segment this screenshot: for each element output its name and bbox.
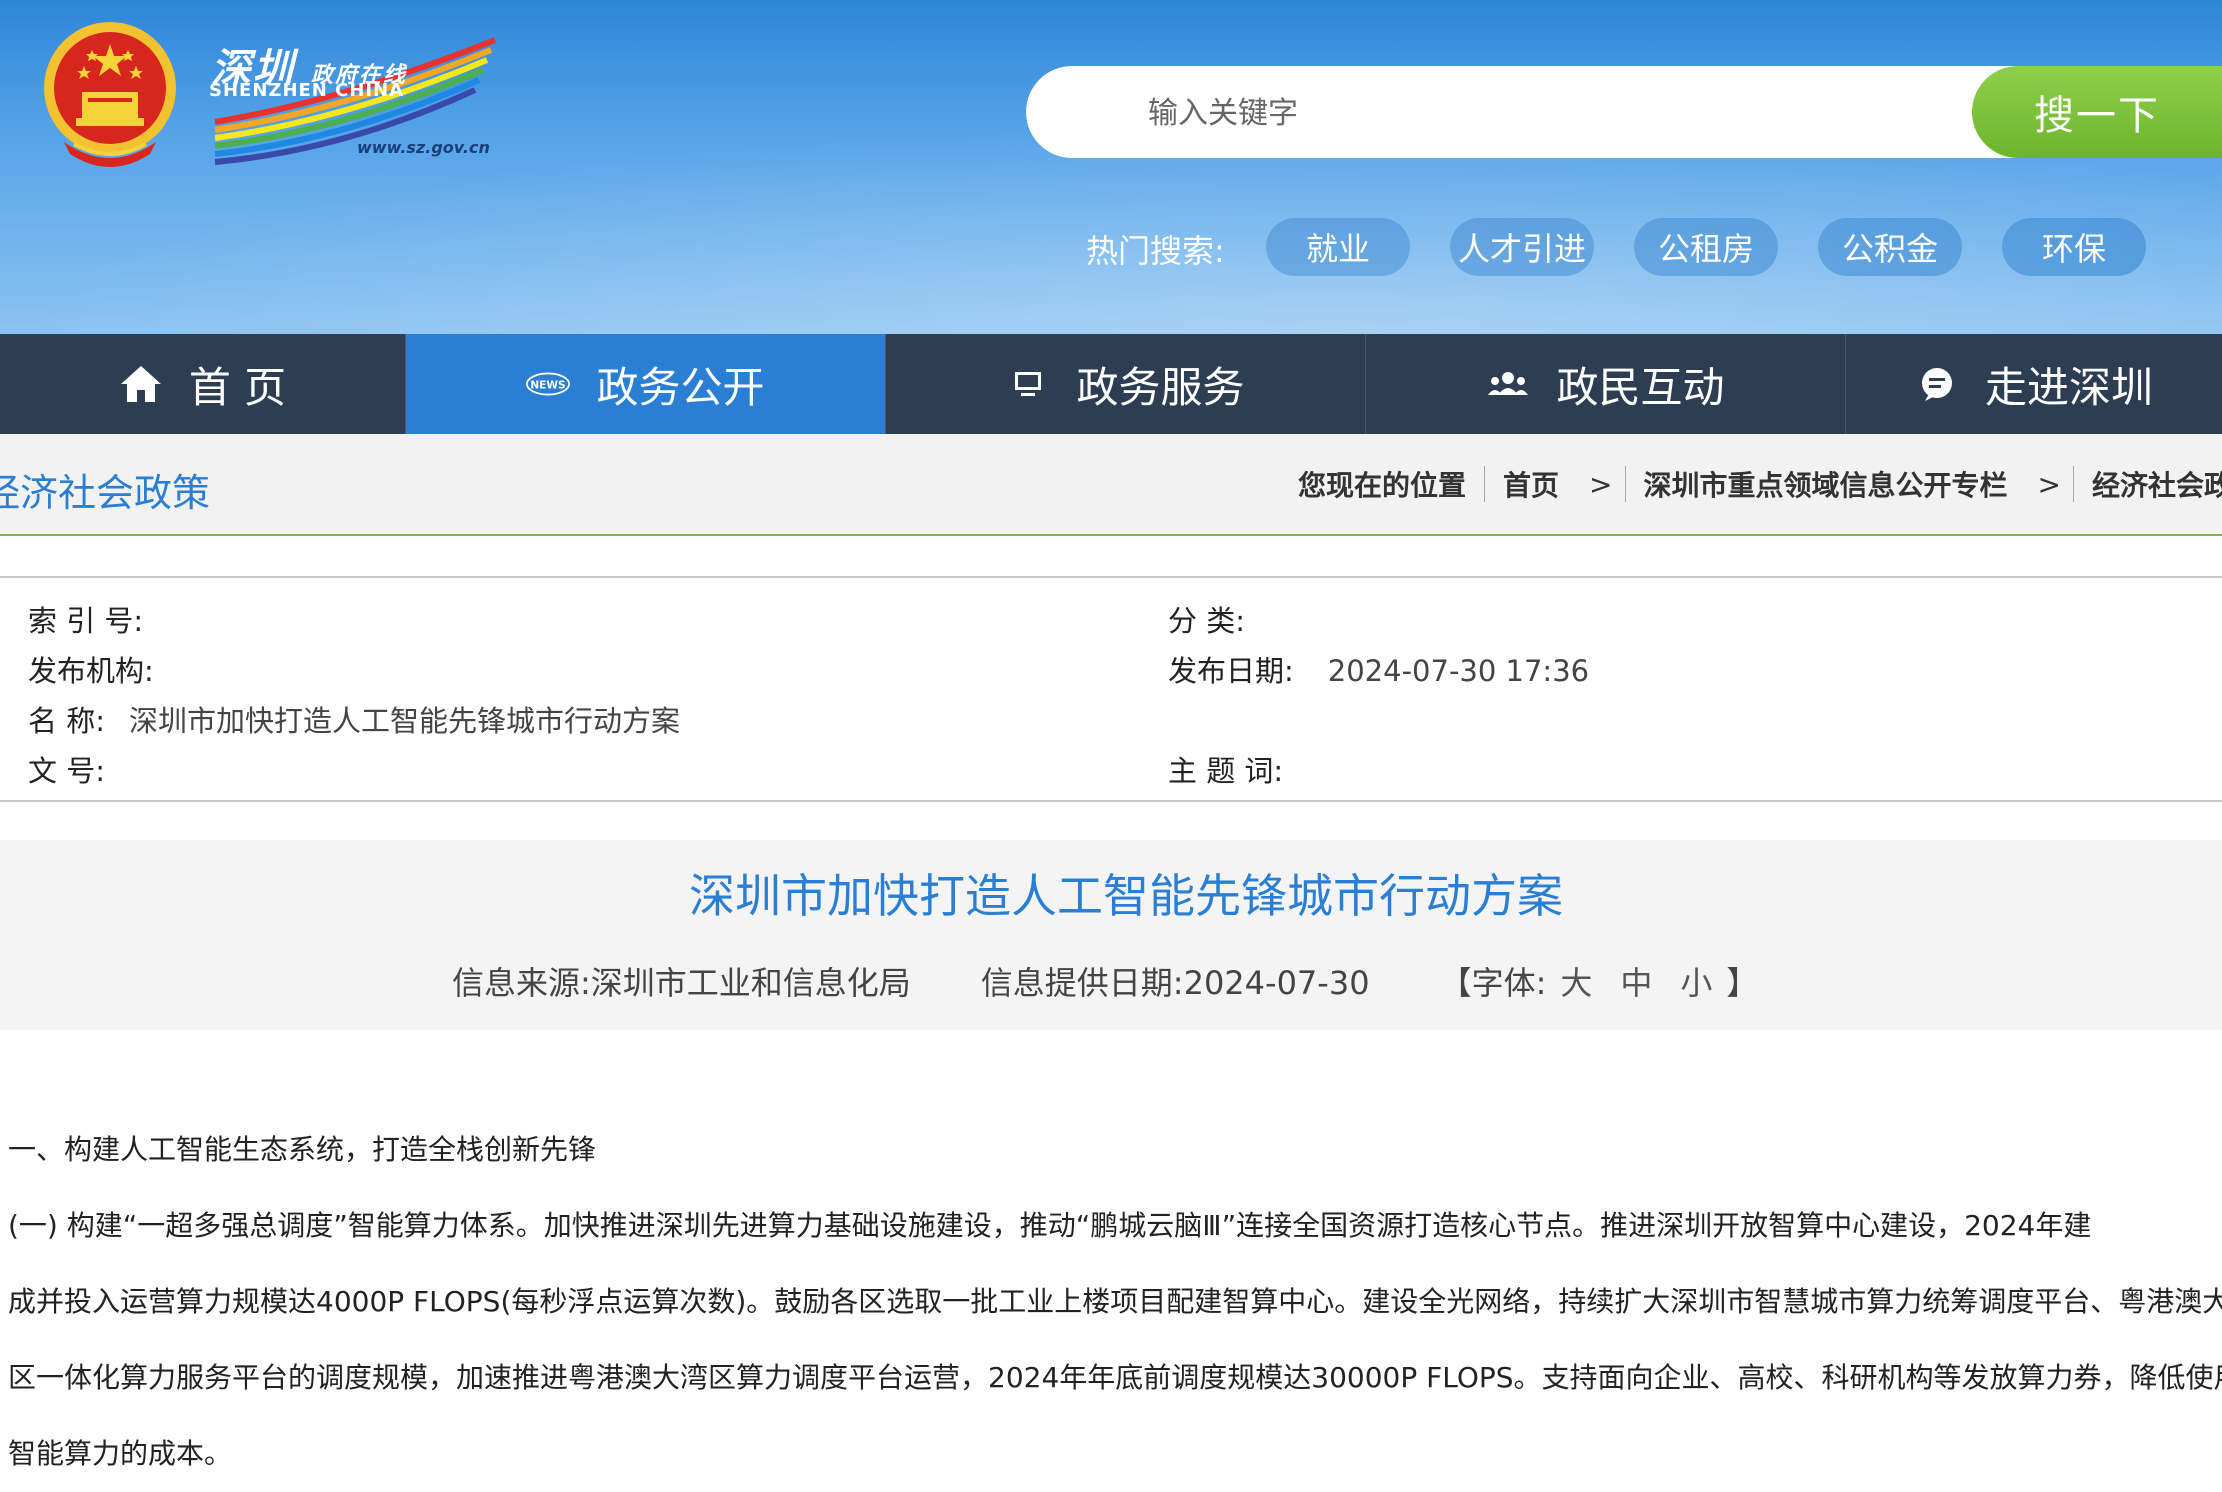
svg-text:NEWS: NEWS — [531, 379, 566, 391]
nav-item-label: 政民互动 — [1556, 362, 1725, 412]
chat-icon — [1915, 362, 1959, 406]
meta-date: 发布日期: 2024-07-30 17:36 — [1168, 648, 1589, 690]
article-header: 深圳市加快打造人工智能先锋城市行动方案 信息来源:深圳市工业和信息化局 信息提供… — [0, 840, 2222, 1030]
hot-tag-housing-fund[interactable]: 公积金 — [1818, 218, 1962, 276]
font-size-medium-button[interactable]: 中 — [1620, 958, 1652, 1004]
section-title: 经济社会政策 — [0, 471, 211, 515]
article-info: 信息来源:深圳市工业和信息化局 信息提供日期:2024-07-30 【字体: 大… — [452, 958, 1758, 1004]
breadcrumb-bar: 经济社会政策 您现在的位置 首页 > 深圳市重点领域信息公开专栏 > 经济社会政… — [0, 434, 2222, 536]
hot-tag-environment[interactable]: 环保 — [2002, 218, 2146, 276]
meta-name: 名 称: 深圳市加快打造人工智能先锋城市行动方案 — [28, 698, 680, 740]
article-paragraph-line: 成并投入运营算力规模达4000P FLOPS(每秒浮点运算次数)。鼓励各区选取一… — [8, 1285, 2222, 1318]
font-size-large-button[interactable]: 大 — [1560, 958, 1592, 1004]
font-size-label: 【字体: — [1439, 964, 1547, 1002]
breadcrumb-divider — [2072, 466, 2074, 502]
article-provide-date: 信息提供日期:2024-07-30 — [980, 964, 1370, 1002]
people-icon — [1486, 362, 1530, 406]
breadcrumb-home[interactable]: 首页 — [1503, 464, 1559, 504]
meta-docno-label: 文 号: — [28, 754, 105, 788]
nav-item-interaction[interactable]: 政民互动 — [1366, 334, 1846, 434]
main-nav: 首 页 NEWS 政务公开 政务服务 政民互动 走进深圳 — [0, 334, 2222, 434]
hot-tag-public-housing[interactable]: 公租房 — [1634, 218, 1778, 276]
article-paragraph-line: (一) 构建“一超多强总调度”智能算力体系。加快推进深圳先进算力基础设施建设，推… — [8, 1209, 2092, 1242]
meta-docno: 文 号: — [28, 748, 129, 790]
article-heading: 一、构建人工智能生态系统，打造全栈创新先锋 — [8, 1133, 597, 1166]
meta-category-label: 分 类: — [1168, 604, 1245, 638]
hot-search-label: 热门搜索: — [1086, 232, 1225, 270]
article-paragraph-line: 区一体化算力服务平台的调度规模，加速推进粤港澳大湾区算力调度平台运营，2024年… — [8, 1361, 2222, 1394]
meta-topic-label: 主 题 词: — [1168, 754, 1284, 788]
search-input[interactable] — [1146, 66, 1970, 160]
nav-item-label: 首 页 — [188, 362, 287, 412]
meta-name-label: 名 称: — [28, 704, 105, 738]
meta-topic: 主 题 词: — [1168, 748, 1307, 790]
nav-item-home[interactable]: 首 页 — [0, 334, 406, 434]
document-meta-table: 索 引 号: 分 类: 发布机构: 发布日期: 2024-07-30 17:36 … — [0, 576, 2222, 802]
location-label: 您现在的位置 — [1298, 469, 1467, 502]
font-size-small-button[interactable]: 小 — [1680, 958, 1712, 1004]
meta-date-label: 发布日期: — [1168, 654, 1294, 688]
meta-publisher-label: 发布机构: — [28, 654, 154, 688]
breadcrumb-separator: > — [1589, 467, 1613, 501]
breadcrumb-divider — [1624, 466, 1626, 502]
nav-item-label: 走进深圳 — [1984, 362, 2153, 412]
breadcrumb-separator: > — [2037, 467, 2061, 501]
hot-tag-talent[interactable]: 人才引进 — [1450, 218, 1594, 276]
search-button[interactable]: 搜一下 — [1972, 66, 2222, 158]
home-icon — [119, 362, 163, 406]
nav-item-explore-shenzhen[interactable]: 走进深圳 — [1846, 334, 2222, 434]
nav-item-government-affairs[interactable]: NEWS 政务公开 — [406, 334, 886, 434]
breadcrumb: 您现在的位置 首页 > 深圳市重点领域信息公开专栏 > 经济社会政策 — [1298, 464, 2222, 504]
monitor-icon — [1006, 362, 1050, 406]
logo-url-text: www.sz.gov.cn — [357, 138, 490, 157]
nav-item-label: 政务服务 — [1076, 362, 1245, 412]
article-source: 信息来源:深圳市工业和信息化局 — [452, 964, 911, 1002]
meta-publisher: 发布机构: — [28, 648, 178, 690]
news-icon: NEWS — [526, 362, 571, 406]
meta-category: 分 类: — [1168, 598, 1269, 640]
header-banner: 深圳 政府在线 SHENZHEN CHINA www.sz.gov.cn 搜一下… — [0, 0, 2222, 334]
nav-item-services[interactable]: 政务服务 — [886, 334, 1366, 434]
breadcrumb-divider — [1484, 466, 1486, 502]
meta-name-value: 深圳市加快打造人工智能先锋城市行动方案 — [129, 704, 681, 738]
site-logo[interactable]: 深圳 政府在线 SHENZHEN CHINA www.sz.gov.cn — [205, 30, 505, 170]
hot-tag-employment[interactable]: 就业 — [1266, 218, 1410, 276]
meta-index: 索 引 号: — [28, 598, 167, 640]
breadcrumb-column[interactable]: 深圳市重点领域信息公开专栏 — [1644, 464, 2008, 504]
meta-index-label: 索 引 号: — [28, 604, 144, 638]
national-emblem-icon — [44, 22, 176, 167]
logo-english-text: SHENZHEN CHINA — [209, 80, 405, 101]
article-body: 一、构建人工智能生态系统，打造全栈创新先锋 (一) 构建“一超多强总调度”智能算… — [8, 1112, 2222, 1492]
nav-item-label: 政务公开 — [596, 362, 765, 412]
meta-date-value: 2024-07-30 17:36 — [1327, 654, 1590, 688]
article-title: 深圳市加快打造人工智能先锋城市行动方案 — [689, 869, 1563, 923]
breadcrumb-current[interactable]: 经济社会政策 — [2092, 464, 2222, 504]
font-size-label-close: 】 — [1726, 964, 1759, 1002]
